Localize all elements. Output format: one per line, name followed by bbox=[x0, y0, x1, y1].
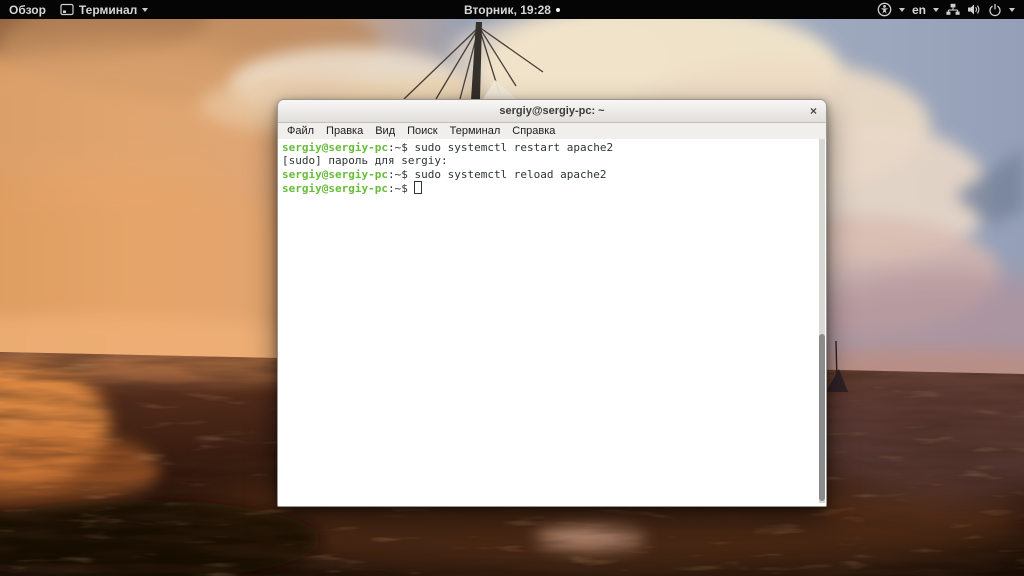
top-bar: Обзор Терминал Вторник, 19:28 en bbox=[0, 0, 1024, 19]
chevron-down-icon[interactable] bbox=[933, 7, 939, 12]
app-menu-label: Терминал bbox=[78, 2, 138, 17]
window-menubar: Файл Правка Вид Поиск Терминал Справка bbox=[278, 123, 826, 139]
menu-file[interactable]: Файл bbox=[281, 125, 320, 137]
volume-icon[interactable] bbox=[967, 3, 981, 16]
desktop: Обзор Терминал Вторник, 19:28 en sergiy@… bbox=[0, 0, 1024, 576]
power-icon[interactable] bbox=[988, 3, 1002, 17]
activities-button[interactable]: Обзор bbox=[9, 3, 46, 17]
terminal-line: [sudo] пароль для sergiy: bbox=[282, 154, 822, 167]
chevron-down-icon bbox=[142, 7, 149, 12]
prompt-user-host: sergiy@sergiy-pc bbox=[282, 141, 388, 154]
terminal-cursor bbox=[414, 181, 423, 195]
command-text: sudo systemctl restart apache2 bbox=[414, 141, 614, 154]
terminal-line: sergiy@sergiy-pc:~$ sudo systemctl resta… bbox=[282, 141, 822, 154]
terminal-screen[interactable]: sergiy@sergiy-pc:~$ sudo systemctl resta… bbox=[278, 139, 826, 506]
terminal-line: sergiy@sergiy-pc:~$ bbox=[282, 181, 822, 195]
terminal-app-icon bbox=[60, 3, 74, 16]
output-text: [sudo] пароль для sergiy: bbox=[282, 154, 448, 168]
keyboard-layout-indicator[interactable]: en bbox=[912, 3, 926, 17]
accessibility-icon[interactable] bbox=[877, 2, 892, 17]
close-button[interactable]: × bbox=[810, 100, 817, 122]
menu-edit[interactable]: Правка bbox=[320, 125, 369, 137]
menu-view[interactable]: Вид bbox=[369, 125, 401, 137]
terminal-line: sergiy@sergiy-pc:~$ sudo systemctl reloa… bbox=[282, 168, 822, 181]
scrollbar-thumb[interactable] bbox=[819, 334, 825, 501]
prompt-user-host: sergiy@sergiy-pc bbox=[282, 182, 388, 196]
chevron-down-icon[interactable] bbox=[1009, 7, 1015, 12]
window-titlebar[interactable]: sergiy@sergiy-pc: ~ × bbox=[278, 100, 826, 123]
prompt-suffix: :~$ bbox=[387, 141, 415, 154]
clock[interactable]: Вторник, 19:28 bbox=[464, 3, 551, 17]
notification-dot-icon bbox=[555, 7, 560, 12]
menu-help[interactable]: Справка bbox=[506, 125, 561, 137]
scrollbar[interactable] bbox=[819, 139, 825, 503]
network-icon[interactable] bbox=[946, 3, 960, 16]
chevron-down-icon[interactable] bbox=[898, 7, 905, 12]
prompt-suffix: :~$ bbox=[387, 167, 415, 181]
menu-terminal[interactable]: Терминал bbox=[444, 125, 507, 137]
prompt-user-host: sergiy@sergiy-pc bbox=[282, 167, 388, 181]
app-menu[interactable]: Терминал bbox=[60, 2, 149, 17]
window-title: sergiy@sergiy-pc: ~ bbox=[499, 105, 605, 117]
terminal-window: sergiy@sergiy-pc: ~ × Файл Правка Вид По… bbox=[277, 99, 827, 507]
menu-search[interactable]: Поиск bbox=[401, 125, 443, 137]
command-text: sudo systemctl reload apache2 bbox=[414, 167, 607, 181]
prompt-suffix: :~$ bbox=[387, 182, 415, 196]
